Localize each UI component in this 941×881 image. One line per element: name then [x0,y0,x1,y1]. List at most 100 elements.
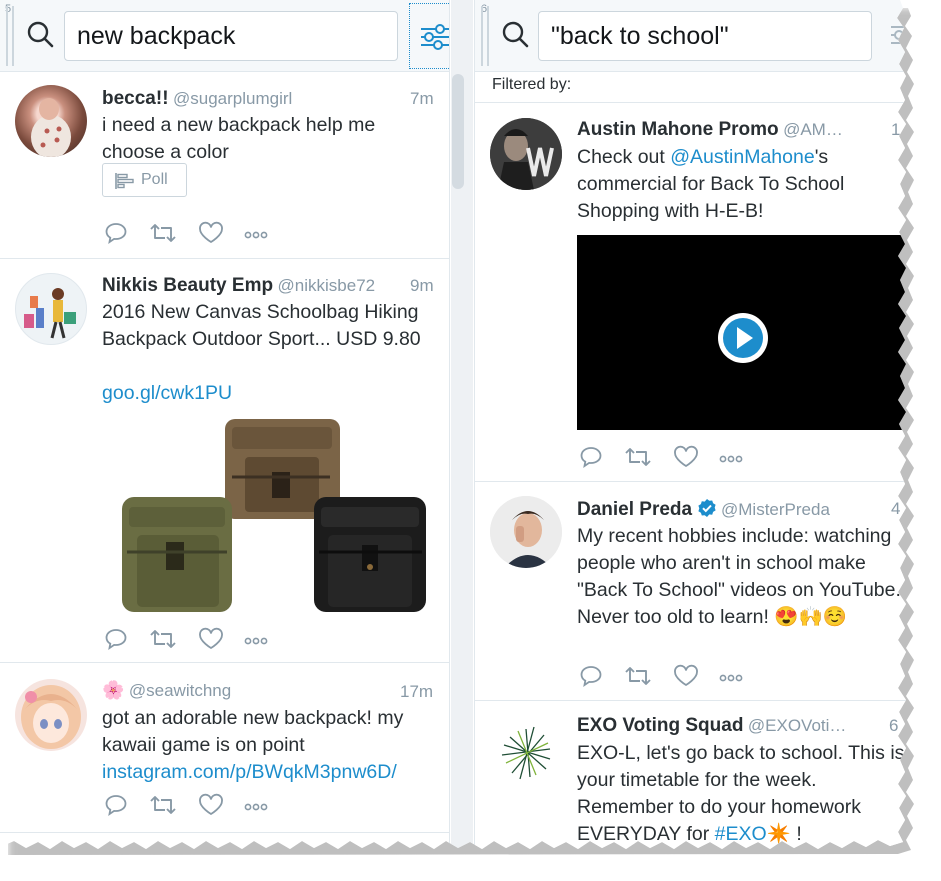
author-name[interactable]: EXO Voting Squad [577,715,743,736]
tweet-item[interactable]: 🌸 @seawitchng 17m got an adorable new ba… [0,663,449,833]
avatar[interactable] [490,715,562,787]
author-handle[interactable]: @seawitchng [129,681,231,700]
tweet-time[interactable]: 9m [410,276,434,296]
more-icon[interactable] [244,227,268,245]
tweet-item[interactable]: Daniel Preda @MisterPreda 4 My recent ho… [475,482,906,701]
retweet-icon[interactable] [149,221,177,250]
play-icon[interactable] [716,311,770,365]
avatar-image [21,685,81,749]
tweet-text: My recent hobbies include: watching peop… [577,525,901,628]
backpacks-photo [122,419,426,612]
author-handle[interactable]: @EXOVoti… [748,716,847,735]
author-name[interactable]: Austin Mahone Promo [577,119,779,140]
tweet-item[interactable]: becca!! @sugarplumgirl 7m i need a new b… [0,72,449,259]
poll-icon [115,173,134,189]
tweet-header: 🌸 @seawitchng [102,680,231,701]
avatar-image [501,726,551,780]
column-back-to-school: 6 "back to school" Filtered by: Austin M… [474,0,906,849]
hashtag-link[interactable]: #EXO [715,823,767,845]
tweet-item[interactable]: EXO Voting Squad @EXOVoti… 6 EXO-L, let'… [475,701,906,849]
tweet-link[interactable]: instagram.com/p/BWqkM3pnw6D/ [102,759,397,786]
reply-icon[interactable] [104,221,128,250]
drag-handle[interactable] [6,6,14,66]
author-handle[interactable]: @MisterPreda [721,500,830,519]
tweet-text: EXO-L, let's go back to school. This is … [577,740,906,848]
mention-link[interactable]: @AustinMahone [670,146,814,168]
retweet-icon[interactable] [624,664,652,693]
reply-icon[interactable] [579,664,603,693]
text-part: Check out [577,146,671,168]
reply-icon[interactable] [579,445,603,474]
tweet-time[interactable]: 4 [891,499,900,519]
sliders-icon [421,24,449,50]
reply-icon[interactable] [104,793,128,822]
tweet-header: Nikkis Beauty Emp @nikkisbe72 [102,275,375,297]
tweet-actions [104,627,284,653]
search-icon [502,21,529,48]
tweet-media-image[interactable] [102,417,432,612]
tweet-header: EXO Voting Squad @EXOVoti… [577,715,846,737]
heart-icon[interactable] [198,793,224,822]
search-icon [27,21,54,48]
tweet-time[interactable]: 1 [891,120,900,140]
author-name[interactable]: Daniel Preda [577,499,692,520]
tweet-time[interactable]: 7m [410,89,434,109]
column-scrollbar[interactable] [452,74,464,189]
more-icon[interactable] [244,633,268,651]
author-name[interactable]: becca!! [102,88,169,109]
tweet-text: 2016 New Canvas Schoolbag Hiking Backpac… [102,301,421,350]
tweet-header: becca!! @sugarplumgirl [102,88,292,110]
heart-icon[interactable] [198,627,224,656]
author-handle[interactable]: @AM… [783,120,843,139]
more-icon[interactable] [719,670,743,688]
avatar-image [490,496,562,568]
avatar-image [490,118,562,190]
heart-icon[interactable] [198,221,224,250]
filtered-by-label: Filtered by: [492,76,572,93]
retweet-icon[interactable] [624,445,652,474]
verified-badge-icon [697,499,716,517]
avatar-image [31,98,71,157]
tweet-item[interactable]: Nikkis Beauty Emp @nikkisbe72 9m 2016 Ne… [0,259,449,663]
tweet-text: got an adorable new backpack! my kawaii … [102,707,404,756]
tweet-actions [579,445,759,471]
avatar[interactable] [490,118,562,190]
tweet-link[interactable]: goo.gl/cwk1PU [102,380,232,407]
tweet-actions [104,221,284,247]
tweet-actions [104,793,284,819]
more-icon[interactable] [719,451,743,469]
name-emoji[interactable]: 🌸 [102,680,124,700]
drag-handle[interactable] [481,6,489,66]
author-handle[interactable]: @sugarplumgirl [173,89,292,108]
retweet-icon[interactable] [149,627,177,656]
tweet-time[interactable]: 6 [889,716,898,736]
more-icon[interactable] [244,799,268,817]
column-header: 5 new backpack [0,0,449,72]
avatar[interactable] [15,273,87,345]
avatar[interactable] [15,679,87,751]
tweet-text: Check out @AustinMahone's commercial for… [577,144,897,225]
screenshot-stage: 5 new backpack becca!! @sugarplumgirl 7m… [0,0,941,881]
search-input[interactable]: new backpack [64,11,398,61]
heart-icon[interactable] [673,445,699,474]
search-input[interactable]: "back to school" [538,11,872,61]
heart-icon[interactable] [673,664,699,693]
tweet-item[interactable]: Austin Mahone Promo @AM… 1 Check out @Au… [475,102,906,482]
reply-icon[interactable] [104,627,128,656]
tweet-actions [579,664,759,690]
column-header: 6 "back to school" [475,0,906,72]
avatar[interactable] [15,85,87,157]
retweet-icon[interactable] [149,793,177,822]
video-player[interactable] [577,235,906,430]
tweet-header: Daniel Preda @MisterPreda [577,498,830,521]
poll-badge[interactable]: Poll [102,163,187,197]
author-name[interactable]: Nikkis Beauty Emp [102,275,273,296]
tweet-header: Austin Mahone Promo @AM… [577,119,843,141]
tweet-text: i need a new backpack help me choose a c… [102,114,376,163]
author-handle[interactable]: @nikkisbe72 [278,276,376,295]
avatar[interactable] [490,496,562,568]
text-part: ✴️ ! [766,823,802,845]
filter-button[interactable] [409,3,449,69]
tweet-time[interactable]: 17m [400,682,433,702]
column-new-backpack: 5 new backpack becca!! @sugarplumgirl 7m… [0,0,450,849]
